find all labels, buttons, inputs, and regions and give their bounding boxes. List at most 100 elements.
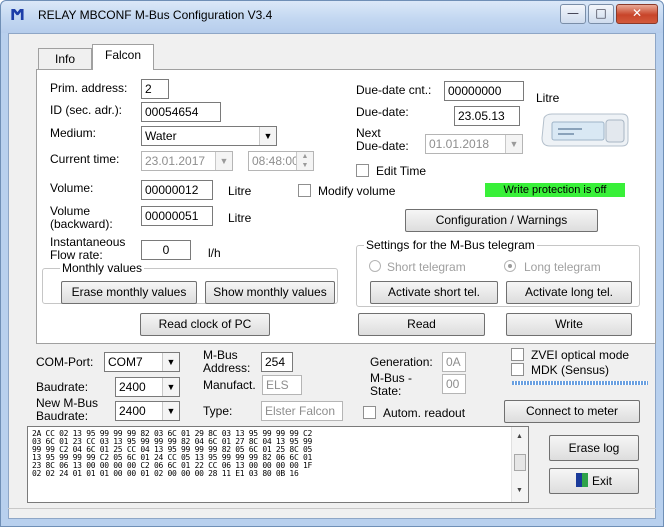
edit-time-checkbox[interactable] (356, 164, 369, 177)
tab-falcon[interactable]: Falcon (92, 44, 154, 70)
exit-button[interactable]: Exit (549, 468, 639, 494)
volume-field[interactable]: 00000012 (141, 180, 213, 200)
medium-label: Medium: (50, 126, 97, 140)
current-date-value: 23.01.2017 (145, 154, 206, 168)
window-title: RELAY MBCONF M-Bus Configuration V3.4 (38, 8, 273, 22)
log-box[interactable]: 2A CC 02 13 95 99 99 99 82 03 6C 01 29 8… (27, 426, 529, 503)
due-date-field[interactable]: 23.05.13 (454, 106, 520, 126)
modify-volume-checkbox[interactable] (298, 184, 311, 197)
due-date-cnt-unit: Litre (536, 91, 560, 105)
maximize-icon: □ (595, 6, 607, 20)
log-line: 02 02 24 01 01 01 00 00 01 02 00 00 00 2… (32, 469, 299, 478)
auto-readout-checkbox[interactable] (363, 406, 376, 419)
exit-door-icon (575, 473, 588, 487)
baudrate-select[interactable]: 2400 ▼ (115, 377, 180, 397)
exit-label: Exit (591, 474, 612, 488)
meter-device-image (538, 108, 632, 152)
monthly-values-title: Monthly values (60, 261, 145, 275)
mbus-state-field: 00 (442, 374, 466, 394)
chevron-down-icon: ▼ (215, 152, 232, 170)
medium-select[interactable]: Water ▼ (141, 126, 277, 146)
flow-rate-label: Instantaneous Flow rate: (50, 235, 126, 262)
new-baudrate-select[interactable]: 2400 ▼ (115, 401, 180, 421)
prim-address-field[interactable]: 2 (141, 79, 169, 99)
current-clock-spinner[interactable]: 08:48:00 ▲ ▼ (248, 151, 314, 171)
flow-rate-field[interactable]: 0 (141, 240, 191, 260)
activate-short-button[interactable]: Activate short tel. (370, 281, 498, 304)
type-label: Type: (203, 404, 233, 418)
mdk-label: MDK (Sensus) (531, 363, 610, 377)
tab-info[interactable]: Info (38, 48, 92, 70)
mbus-address-label: M-Bus Address: (203, 348, 251, 375)
chevron-down-icon: ▼ (259, 127, 276, 145)
mbus-address-field[interactable]: 254 (261, 352, 293, 372)
type-field: Elster Falcon (261, 401, 343, 421)
id-field[interactable]: 00054654 (141, 102, 221, 122)
minimize-button[interactable]: — (560, 4, 586, 24)
short-telegram-radio[interactable] (369, 260, 381, 272)
long-telegram-radio[interactable] (504, 260, 516, 272)
scroll-thumb[interactable] (514, 454, 526, 471)
id-label: ID (sec. adr.): (50, 103, 123, 117)
flow-rate-unit: l/h (208, 246, 221, 260)
current-date-picker[interactable]: 23.01.2017 ▼ (141, 151, 233, 171)
prim-address-label: Prim. address: (50, 81, 128, 95)
spinner-icon: ▲ ▼ (296, 152, 313, 170)
current-clock-value: 08:48:00 (252, 154, 299, 168)
generation-label: Generation: (370, 355, 433, 369)
current-time-label: Current time: (50, 152, 120, 166)
due-date-cnt-field[interactable]: 00000000 (444, 81, 524, 101)
due-date-cnt-label: Due-date cnt.: (356, 83, 432, 97)
app-icon: Ϻ (10, 6, 25, 24)
due-date-label: Due-date: (356, 105, 409, 119)
tab-info-label: Info (54, 52, 75, 66)
erase-monthly-button[interactable]: Erase monthly values (61, 281, 197, 304)
zvei-label: ZVEI optical mode (531, 348, 630, 362)
baudrate-label: Baudrate: (36, 380, 89, 394)
write-button[interactable]: Write (506, 313, 632, 336)
chevron-down-icon: ▼ (162, 378, 179, 396)
long-telegram-label: Long telegram (524, 260, 601, 274)
modify-volume-label: Modify volume (318, 184, 396, 198)
show-monthly-button[interactable]: Show monthly values (205, 281, 335, 304)
maximize-button[interactable]: □ (588, 4, 614, 24)
log-content: 2A CC 02 13 95 99 99 99 82 03 6C 01 29 8… (32, 430, 312, 478)
configuration-warnings-button[interactable]: Configuration / Warnings (405, 209, 598, 232)
erase-log-button[interactable]: Erase log (549, 435, 639, 461)
chevron-down-icon: ▼ (162, 402, 179, 420)
log-scrollbar[interactable]: ▲ ▼ (511, 427, 528, 502)
next-due-date-value: 01.01.2018 (429, 137, 490, 151)
volume-backward-unit: Litre (228, 211, 252, 225)
auto-readout-label: Autom. readout (383, 406, 466, 420)
mbus-state-label: M-Bus - State: (370, 371, 412, 398)
manufact-field: ELS (262, 375, 302, 395)
manufact-label: Manufact. (203, 378, 256, 392)
com-port-select[interactable]: COM7 ▼ (104, 352, 180, 372)
telegram-settings-title: Settings for the M-Bus telegram (364, 238, 537, 252)
short-telegram-label: Short telegram (387, 260, 466, 274)
volume-backward-label: Volume (backward): (50, 204, 113, 231)
activity-indicator (512, 381, 648, 385)
mdk-checkbox[interactable] (511, 363, 524, 376)
close-button[interactable]: ✕ (616, 4, 658, 24)
com-port-value: COM7 (108, 355, 143, 369)
zvei-checkbox[interactable] (511, 348, 524, 361)
read-button[interactable]: Read (358, 313, 485, 336)
connect-to-meter-button[interactable]: Connect to meter (504, 400, 640, 423)
scroll-down-icon[interactable]: ▼ (516, 487, 523, 494)
next-due-date-picker[interactable]: 01.01.2018 ▼ (425, 134, 523, 154)
close-icon: ✕ (631, 6, 643, 20)
tab-falcon-label: Falcon (104, 48, 142, 62)
volume-backward-field[interactable]: 00000051 (141, 206, 213, 226)
write-protection-status: Write protection is off (485, 183, 625, 197)
minimize-icon: — (567, 6, 579, 20)
volume-unit: Litre (228, 184, 252, 198)
read-clock-button[interactable]: Read clock of PC (140, 313, 270, 336)
activate-long-button[interactable]: Activate long tel. (506, 281, 632, 304)
next-due-date-label: Next Due-date: (356, 126, 409, 153)
scroll-up-icon[interactable]: ▲ (516, 433, 523, 440)
chevron-down-icon: ▼ (162, 353, 179, 371)
edit-time-label: Edit Time (376, 164, 427, 178)
status-divider (8, 508, 656, 509)
volume-label: Volume: (50, 181, 94, 195)
